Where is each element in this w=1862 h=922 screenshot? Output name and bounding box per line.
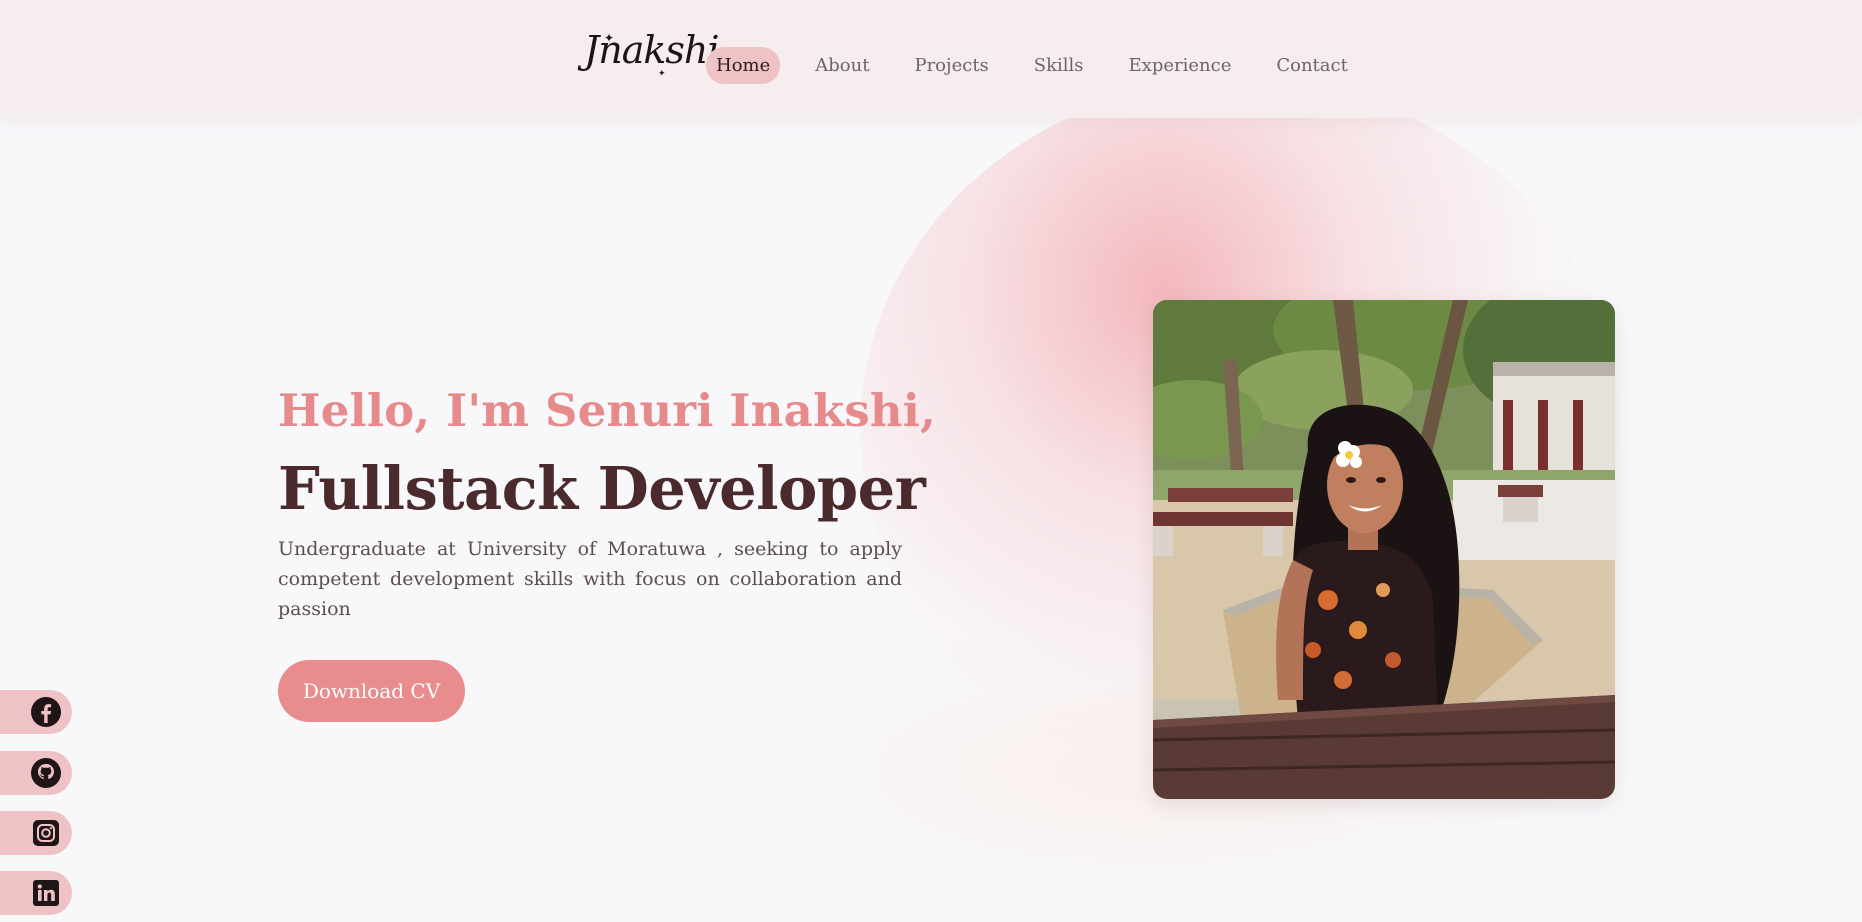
instagram-link[interactable]: [0, 811, 72, 855]
instagram-icon: [33, 820, 59, 846]
github-link[interactable]: [0, 751, 72, 795]
nav-item-experience[interactable]: Experience: [1119, 47, 1242, 84]
hero-greeting: Hello, I'm Senuri Inakshi,: [278, 384, 936, 437]
nav-item-home[interactable]: Home: [706, 47, 781, 84]
nav-item-about[interactable]: About: [805, 47, 879, 84]
linkedin-link[interactable]: [0, 871, 72, 915]
site-logo[interactable]: Jnakshi ✦ ✦: [580, 28, 720, 92]
download-cv-button[interactable]: Download CV: [278, 660, 465, 722]
logo-sparkle-icon: ✦: [604, 31, 615, 45]
github-icon: [31, 758, 61, 788]
nav-item-skills[interactable]: Skills: [1024, 47, 1094, 84]
nav-item-projects[interactable]: Projects: [904, 47, 998, 84]
hero-description: Undergraduate at University of Moratuwa …: [278, 538, 902, 620]
site-header: Jnakshi ✦ ✦ Home About Projects Skills E…: [0, 0, 1862, 118]
linkedin-icon: [33, 880, 59, 906]
hero-role-title: Fullstack Developer: [278, 454, 926, 523]
logo-sparkle-icon: ✦: [658, 69, 666, 79]
facebook-link[interactable]: [0, 690, 72, 734]
main-nav: Home About Projects Skills Experience Co…: [706, 47, 1383, 84]
nav-item-contact[interactable]: Contact: [1266, 47, 1357, 84]
profile-photo: [1153, 300, 1615, 799]
facebook-icon: [31, 697, 61, 727]
